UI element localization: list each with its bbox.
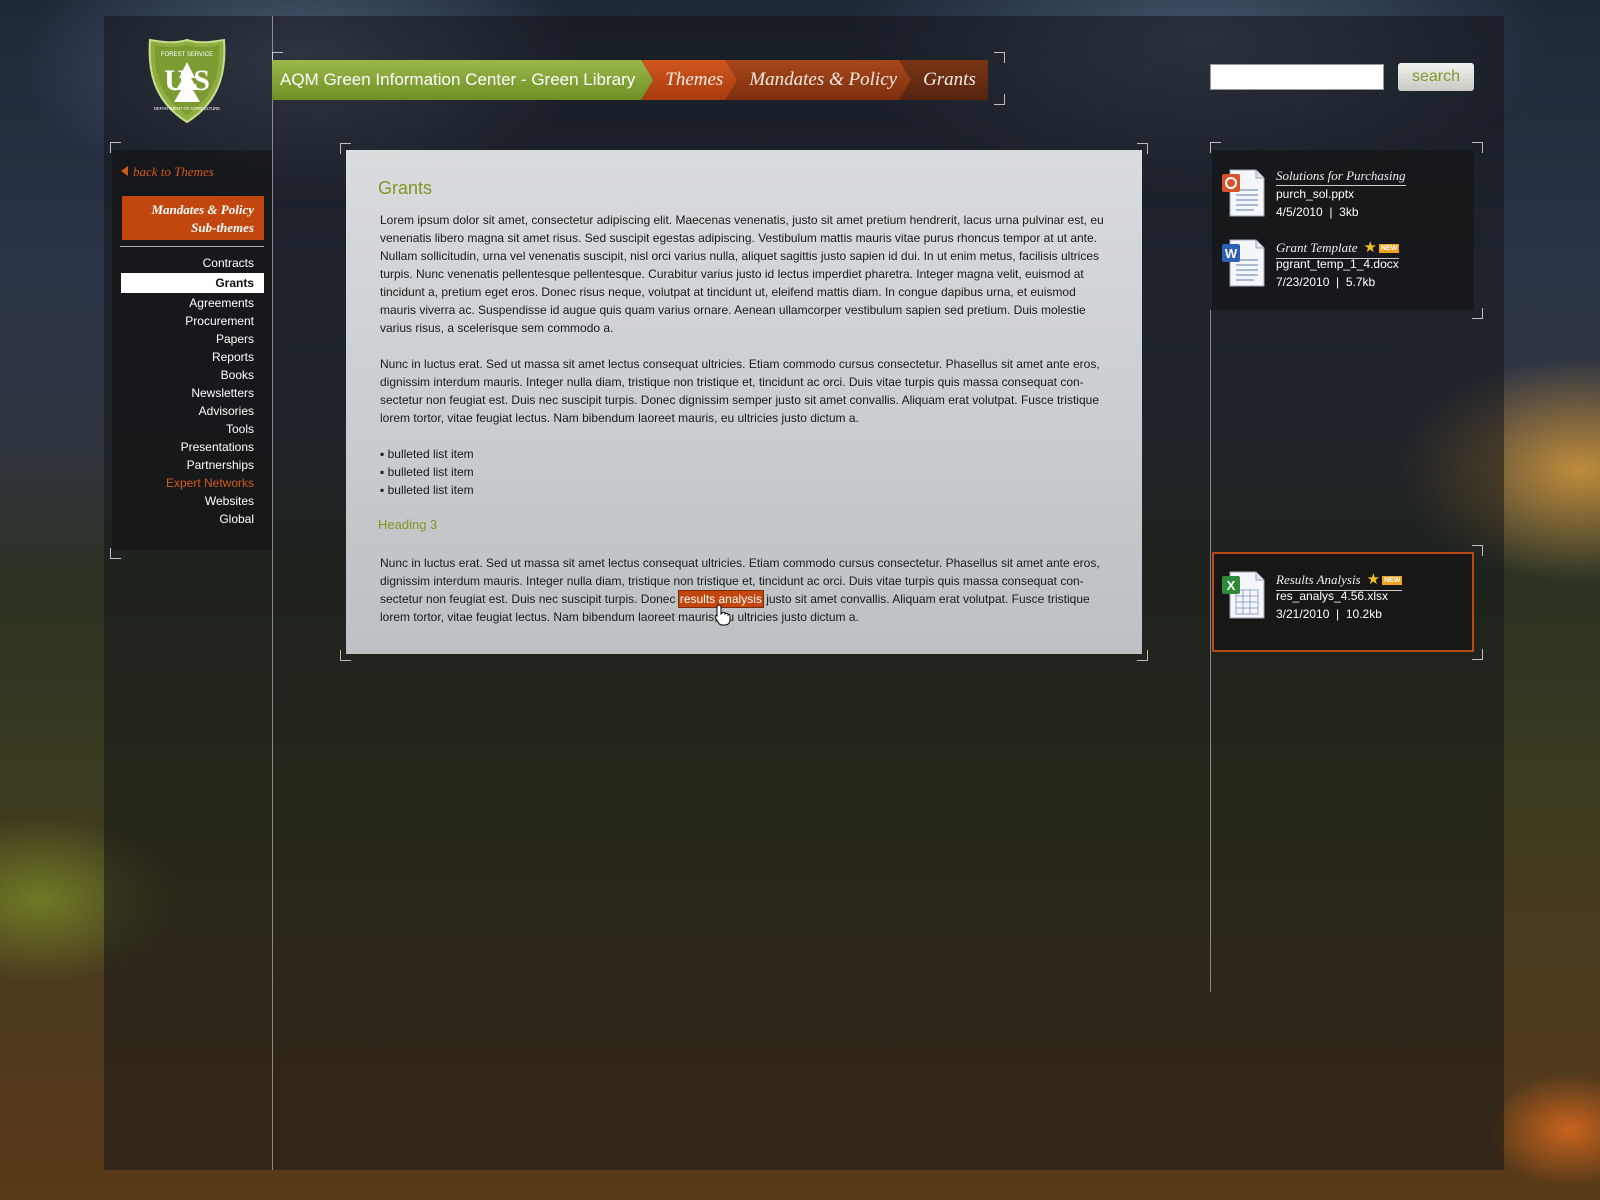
file-title-text: Grant Template [1276,240,1358,255]
file-title[interactable]: Solutions for Purchasing [1276,168,1406,186]
logo-top-text: FOREST SERVICE [161,52,213,58]
breadcrumb-home[interactable]: AQM Green Information Center - Green Lib… [272,60,653,100]
list-item: bulleted list item [380,445,1110,463]
new-badge: NEW [1382,576,1403,585]
file-meta: 3/21/2010 | 10.2kb [1276,607,1382,621]
paragraph-2: Nunc in luctus erat. Sed ut massa sit am… [380,357,1100,425]
list-item: bulleted list item [380,481,1110,499]
files-corner-tl [1210,142,1221,153]
file-meta: 7/23/2010 | 5.7kb [1276,275,1376,289]
sidebar-item-reports[interactable]: Reports [121,348,264,366]
file-name: purch_sol.pptx [1276,187,1355,201]
sidebar-item-partnerships[interactable]: Partnerships [121,456,264,474]
svg-text:X: X [1227,578,1236,593]
sidebar-corner-tl [110,142,121,153]
crumb-corner-tr [994,52,1005,63]
new-badge: NEW [1378,244,1400,253]
excel-icon: X [1222,571,1265,619]
file-item-results-analysis[interactable]: X Results Analysis ★ NEW res_analys_4.56.x… [1220,570,1460,630]
files-corner-tr [1472,142,1483,153]
bullet-list: bulleted list item bulleted list item bu… [378,445,1110,499]
heading-3: Heading 3 [378,517,438,532]
file-title[interactable]: Grant Template ★ NEW [1276,238,1400,259]
subtheme-nav: Contracts Grants Agreements Procurement … [121,254,264,528]
star-icon: ★ [1366,572,1381,588]
subtheme-header-line1: Mandates & Policy [151,202,254,217]
left-divider [272,16,273,1170]
crumb-corner-br [994,94,1005,105]
featured-corner-br [1472,649,1483,660]
forest-service-shield-logo[interactable]: FOREST SERVICE U S DEPARTMENT OF AGRICUL… [148,38,226,124]
file-meta: 4/5/2010 | 3kb [1276,205,1359,219]
sidebar-item-grants[interactable]: Grants [121,273,264,293]
file-date: 3/21/2010 [1276,607,1330,621]
file-name: res_analys_4.56.xlsx [1276,589,1389,603]
sidebar-item-procurement[interactable]: Procurement [121,312,264,330]
file-date: 7/23/2010 [1276,275,1330,289]
sidebar-corner-bl [110,548,121,559]
file-item-solutions-for-purchasing[interactable]: Solutions for Purchasing purch_sol.pptx … [1220,168,1460,228]
file-size: 5.7kb [1345,275,1376,289]
sidebar-item-presentations[interactable]: Presentations [121,438,264,456]
subtheme-header-line2: Sub-themes [191,220,254,235]
back-arrow-icon [121,166,128,176]
sidebar-item-advisories[interactable]: Advisories [121,402,264,420]
sidebar-item-newsletters[interactable]: Newsletters [121,384,264,402]
paragraph-1: Lorem ipsum dolor sit amet, consectetur … [380,213,1104,335]
sidebar-divider [120,246,264,247]
file-date: 4/5/2010 [1276,205,1323,219]
sidebar-item-books[interactable]: Books [121,366,264,384]
breadcrumb-grants: Grants [899,60,988,100]
sidebar-item-agreements[interactable]: Agreements [121,294,264,312]
word-icon: W [1222,239,1265,287]
logo-bottom-text: DEPARTMENT OF AGRICULTURE [154,106,220,111]
featured-corner-tr [1472,545,1483,556]
subtheme-header: Mandates & Policy Sub-themes [122,196,264,240]
right-divider [1210,310,1211,992]
page-title: Grants [378,178,433,198]
breadcrumb-themes[interactable]: Themes [641,60,737,100]
sidebar-item-contracts[interactable]: Contracts [121,254,264,272]
search-input[interactable] [1210,64,1384,90]
breadcrumb-mandates-policy[interactable]: Mandates & Policy [725,60,911,100]
sidebar-item-websites[interactable]: Websites [121,492,264,510]
files-corner-br [1472,308,1483,319]
list-item: bulleted list item [380,463,1110,481]
file-title-text: Results Analysis [1276,572,1361,587]
hand-cursor-icon [714,604,731,626]
powerpoint-icon [1222,169,1265,217]
back-link-label: back to Themes [133,164,214,179]
star-icon: ★ [1363,240,1377,256]
search-button[interactable]: search [1398,63,1474,91]
svg-text:W: W [1225,246,1238,261]
file-name: pgrant_temp_1_4.docx [1276,257,1399,271]
sidebar-item-expert-networks[interactable]: Expert Networks [121,474,264,492]
sidebar-item-tools[interactable]: Tools [121,420,264,438]
file-size: 3kb [1339,205,1359,219]
file-size: 10.2kb [1345,607,1382,621]
back-to-themes-link[interactable]: back to Themes [121,164,214,180]
sidebar-item-global[interactable]: Global [121,510,264,528]
main-content: Grants Lorem ipsum dolor sit amet, conse… [346,150,1142,654]
sidebar-item-papers[interactable]: Papers [121,330,264,348]
breadcrumb: AQM Green Information Center - Green Lib… [272,60,988,100]
paragraph-3: Nunc in luctus erat. Sed ut massa sit am… [378,554,1110,626]
file-title[interactable]: Results Analysis ★ NEW [1276,570,1403,591]
file-item-grant-template[interactable]: W Grant Template ★ NEW pgrant_temp_1_4.doc… [1220,238,1460,298]
